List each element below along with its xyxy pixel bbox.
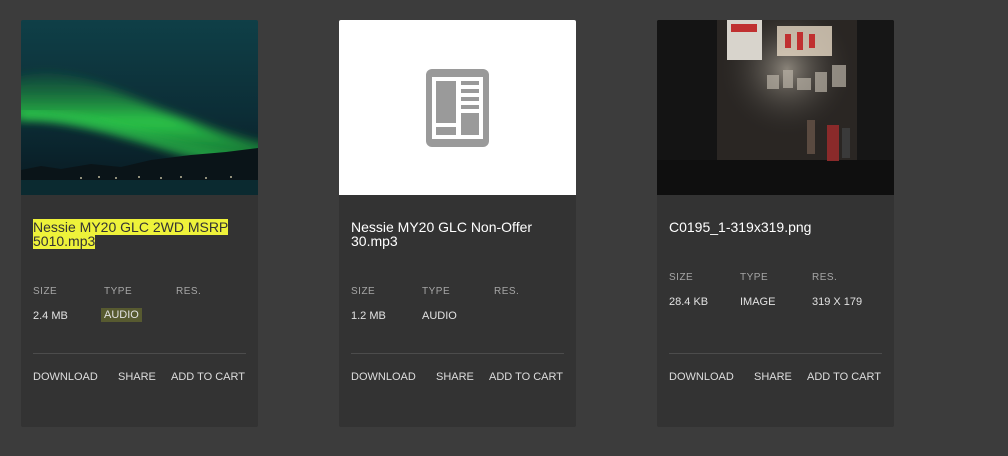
type-value: IMAGE xyxy=(740,296,776,308)
document-icon xyxy=(426,69,489,147)
asset-card[interactable]: Nessie MY20 GLC Non-Offer 30.mp3 SIZE TY… xyxy=(339,20,576,427)
asset-card[interactable]: C0195_1-319x319.png SIZE TYPE RES. 28.4 … xyxy=(657,20,894,427)
share-button[interactable]: SHARE xyxy=(118,371,156,383)
divider xyxy=(351,353,564,354)
size-label: SIZE xyxy=(351,286,376,297)
add-to-cart-button[interactable]: ADD TO CART xyxy=(171,371,245,383)
download-button[interactable]: DOWNLOAD xyxy=(351,371,416,383)
asset-title[interactable]: Nessie MY20 GLC 2WD MSRP 5010.mp3 xyxy=(33,219,248,249)
type-label: TYPE xyxy=(740,272,769,283)
asset-title[interactable]: Nessie MY20 GLC Non-Offer 30.mp3 xyxy=(351,220,566,248)
size-value: 2.4 MB xyxy=(33,310,68,322)
res-label: RES. xyxy=(176,286,202,297)
download-button[interactable]: DOWNLOAD xyxy=(33,371,98,383)
add-to-cart-button[interactable]: ADD TO CART xyxy=(489,371,563,383)
type-label: TYPE xyxy=(422,286,451,297)
share-button[interactable]: SHARE xyxy=(436,371,474,383)
asset-card[interactable]: Nessie MY20 GLC 2WD MSRP 5010.mp3 SIZE T… xyxy=(21,20,258,427)
title-line-2: 5010.mp3 xyxy=(33,233,96,249)
aurora-thumbnail[interactable] xyxy=(21,20,258,195)
title-line-1: C0195_1-319x319.png xyxy=(669,219,812,235)
add-to-cart-button[interactable]: ADD TO CART xyxy=(807,371,881,383)
title-line-2: 30.mp3 xyxy=(351,233,398,249)
size-value: 28.4 KB xyxy=(669,296,709,308)
type-label: TYPE xyxy=(104,286,133,297)
download-button[interactable]: DOWNLOAD xyxy=(669,371,734,383)
type-value: AUDIO xyxy=(422,310,457,322)
type-value: AUDIO xyxy=(101,308,142,322)
res-label: RES. xyxy=(812,272,838,283)
divider xyxy=(33,353,246,354)
share-button[interactable]: SHARE xyxy=(754,371,792,383)
size-label: SIZE xyxy=(669,272,694,283)
asset-title[interactable]: C0195_1-319x319.png xyxy=(669,220,884,234)
res-value: 319 X 179 xyxy=(812,296,863,308)
size-value: 1.2 MB xyxy=(351,310,386,322)
size-label: SIZE xyxy=(33,286,58,297)
document-thumbnail[interactable] xyxy=(339,20,576,195)
street-night-thumbnail[interactable] xyxy=(657,20,894,195)
res-label: RES. xyxy=(494,286,520,297)
divider xyxy=(669,353,882,354)
